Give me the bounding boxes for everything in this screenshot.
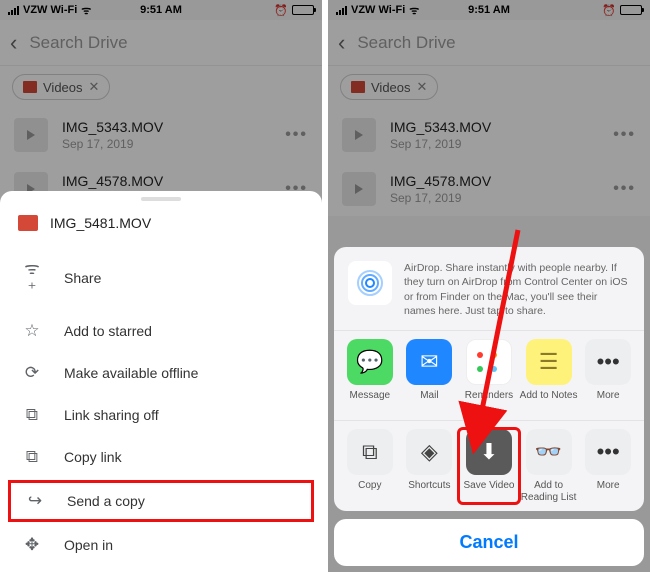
airdrop-text: AirDrop. Share instantly with people nea… <box>404 261 630 318</box>
share-reminders[interactable]: Reminders <box>459 339 519 412</box>
airdrop-row[interactable]: AirDrop. Share instantly with people nea… <box>334 247 644 330</box>
menu-offline[interactable]: ⟳ Make available offline <box>0 352 322 394</box>
menu-open-in[interactable]: ✥ Open in <box>0 524 322 566</box>
link-off-icon: ⧉ <box>22 405 42 425</box>
sheet-title-row: IMG_5481.MOV <box>0 205 322 245</box>
cancel-button[interactable]: Cancel <box>334 519 644 566</box>
sheet-title: IMG_5481.MOV <box>50 215 151 231</box>
right-phone: VZW Wi-Fi ᯤ 9:51 AM ⏰ ‹ Search Drive Vid… <box>328 0 650 572</box>
share-more-apps[interactable]: ••• More <box>578 339 638 412</box>
share-sheet: AirDrop. Share instantly with people nea… <box>334 247 644 566</box>
left-phone: VZW Wi-Fi ᯤ 9:51 AM ⏰ ‹ Search Drive Vid… <box>0 0 322 572</box>
menu-share[interactable]: ᯤ⁺ Share <box>0 245 322 310</box>
airdrop-icon <box>348 261 392 305</box>
reading-list-icon: 👓 <box>526 429 572 475</box>
copy-link-icon: ⧉ <box>22 447 42 467</box>
video-icon <box>18 215 38 231</box>
message-icon: 💬 <box>347 339 393 385</box>
star-icon: ☆ <box>22 321 42 341</box>
copy-icon: ⧉ <box>347 429 393 475</box>
share-row-actions: ⧉ Copy ◈ Shortcuts ⬇ Save Video 👓 Add to… <box>334 420 644 511</box>
notes-icon: ☰ <box>526 339 572 385</box>
more-icon: ••• <box>585 429 631 475</box>
action-more[interactable]: ••• More <box>578 429 638 503</box>
share-message[interactable]: 💬 Message <box>340 339 400 412</box>
menu-link-sharing-off[interactable]: ⧉ Link sharing off <box>0 394 322 436</box>
shortcuts-icon: ◈ <box>406 429 452 475</box>
reminders-icon <box>466 339 512 385</box>
menu-add-starred[interactable]: ☆ Add to starred <box>0 310 322 352</box>
more-icon: ••• <box>585 339 631 385</box>
menu-copy-link[interactable]: ⧉ Copy link <box>0 436 322 478</box>
sheet-grabber[interactable] <box>141 197 181 201</box>
share-mail[interactable]: ✉ Mail <box>400 339 460 412</box>
offline-icon: ⟳ <box>22 363 42 383</box>
save-video-icon: ⬇ <box>466 429 512 475</box>
share-icon: ᯤ⁺ <box>22 256 42 299</box>
share-row-apps: 💬 Message ✉ Mail Reminders ☰ Add to Note… <box>334 330 644 420</box>
action-copy[interactable]: ⧉ Copy <box>340 429 400 503</box>
action-save-video[interactable]: ⬇ Save Video <box>459 429 519 503</box>
share-notes[interactable]: ☰ Add to Notes <box>519 339 579 412</box>
mail-icon: ✉ <box>406 339 452 385</box>
open-in-icon: ✥ <box>22 535 42 555</box>
action-shortcuts[interactable]: ◈ Shortcuts <box>400 429 460 503</box>
menu-send-copy[interactable]: ↪ Send a copy <box>8 480 314 522</box>
bottom-sheet: IMG_5481.MOV ᯤ⁺ Share ☆ Add to starred ⟳… <box>0 191 322 572</box>
action-reading-list[interactable]: 👓 Add to Reading List <box>519 429 579 503</box>
send-copy-icon: ↪ <box>25 491 45 511</box>
